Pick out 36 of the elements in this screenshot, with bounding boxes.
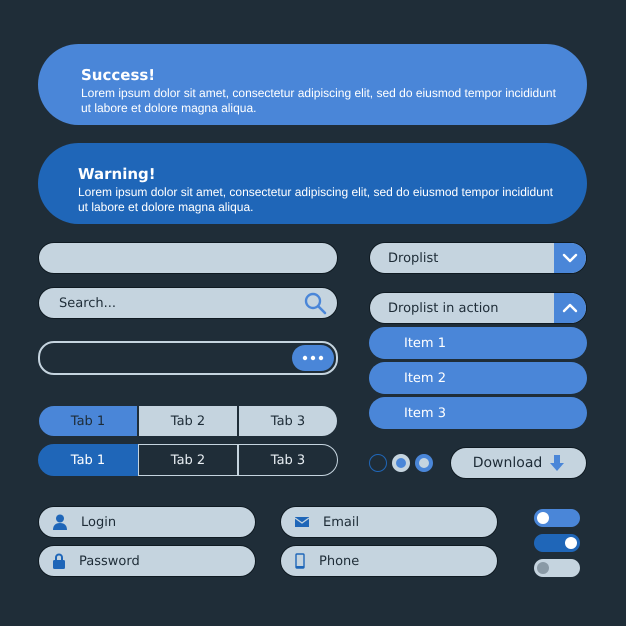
user-icon [53,514,67,530]
input-field[interactable] [38,242,338,274]
input-field[interactable]: Login [38,506,256,538]
radio-button[interactable] [369,454,387,472]
lock-icon [53,553,65,569]
download-button[interactable]: Download [450,447,587,479]
tab[interactable]: Tab 1 [38,444,138,476]
alert-title: Warning! [78,165,157,183]
dropdown[interactable]: Droplist [369,242,587,274]
input-field[interactable]: Phone [280,545,498,577]
alert-message: Lorem ipsum dolor sit amet, consectetur adipiscing elit, sed do eiusmod tempor incididunt ut labore et dolore magna aliqua. [78,185,554,215]
chevron-icon [562,303,578,313]
tab[interactable]: Tab 3 [238,405,338,437]
more-icon [301,355,325,361]
alert-title: Success! [81,66,156,84]
radio-button[interactable] [415,454,433,472]
alert-message: Lorem ipsum dolor sit amet, consectetur adipiscing elit, sed do eiusmod tempor incididunt ut labore et dolore magna aliqua. [81,86,557,116]
dropdown-item[interactable]: Item 2 [369,362,587,394]
input-field[interactable]: Email [280,506,498,538]
tab[interactable]: Tab 3 [238,444,338,476]
toggle-switch[interactable] [534,509,580,527]
radio-button[interactable] [392,454,410,472]
down-arrow-icon [550,455,564,471]
chevron-icon [562,253,578,263]
tab[interactable]: Tab 2 [138,405,238,437]
more-button[interactable] [292,345,334,371]
dropdown-item[interactable]: Item 1 [369,327,587,359]
input-field[interactable]: Password [38,545,256,577]
tab[interactable]: Tab 2 [138,444,238,476]
toggle-switch[interactable] [534,534,580,552]
tab[interactable]: Tab 1 [38,405,138,437]
phone-icon [295,553,305,569]
dropdown-item[interactable]: Item 3 [369,397,587,429]
envelope-icon [295,517,309,527]
search-field[interactable]: Search... [38,287,338,319]
dropdown[interactable]: Droplist in action [369,292,587,324]
